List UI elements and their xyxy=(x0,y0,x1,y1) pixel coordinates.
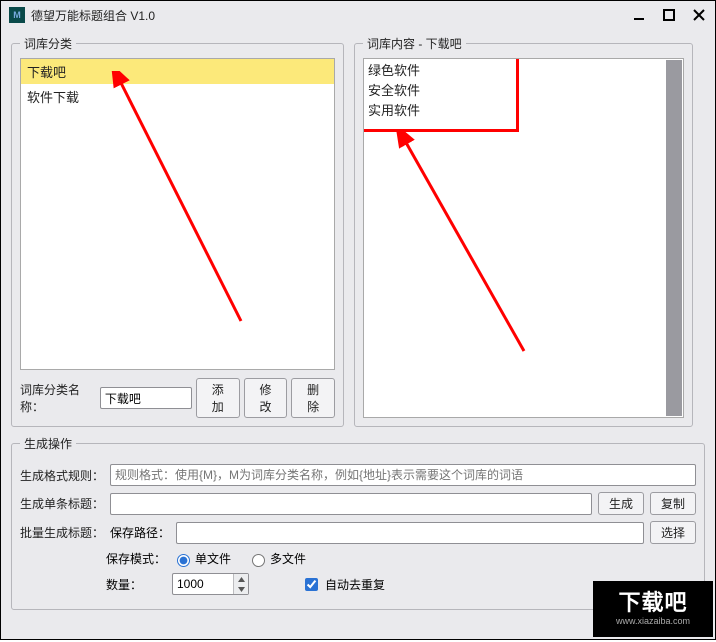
annotation-arrow-right xyxy=(394,131,534,361)
content-item[interactable]: 绿色软件 xyxy=(368,61,679,81)
close-icon xyxy=(693,9,705,21)
single-label: 生成单条标题： xyxy=(20,495,104,512)
content-panel: 词库内容 - 下载吧 绿色软件 安全软件 实用软件 xyxy=(354,35,693,427)
dedup-label: 自动去重复 xyxy=(325,576,385,593)
titlebar: M 德望万能标题组合 V1.0 xyxy=(1,1,715,29)
content-list-text: 绿色软件 安全软件 实用软件 xyxy=(364,59,683,123)
rule-row: 生成格式规则： xyxy=(20,464,696,486)
radio-single-label: 单文件 xyxy=(195,550,231,567)
category-panel: 词库分类 下载吧 软件下载 词库分类名称： 添加 修改 删除 xyxy=(11,35,344,427)
maximize-button[interactable] xyxy=(661,7,677,23)
copy-button[interactable]: 复制 xyxy=(650,492,696,515)
qty-label: 数量： xyxy=(106,576,166,593)
spinner-buttons xyxy=(233,574,248,594)
browse-button[interactable]: 选择 xyxy=(650,521,696,544)
top-panels: 词库分类 下载吧 软件下载 词库分类名称： 添加 修改 删除 xyxy=(11,35,705,427)
radio-multi-input[interactable] xyxy=(252,554,265,567)
window-title: 德望万能标题组合 V1.0 xyxy=(31,7,631,24)
content-listbox[interactable]: 绿色软件 安全软件 实用软件 xyxy=(363,58,684,418)
quantity-stepper[interactable] xyxy=(172,573,249,595)
app-icon: M xyxy=(9,7,25,23)
category-item[interactable]: 下载吧 xyxy=(21,59,334,84)
radio-multi-file[interactable]: 多文件 xyxy=(247,550,306,567)
edit-button[interactable]: 修改 xyxy=(244,378,288,418)
delete-button[interactable]: 删除 xyxy=(291,378,335,418)
annotation-arrow-left xyxy=(111,71,251,331)
category-controls: 词库分类名称： 添加 修改 删除 xyxy=(20,378,335,418)
content-area: 词库分类 下载吧 软件下载 词库分类名称： 添加 修改 删除 xyxy=(1,29,715,620)
batch-label: 批量生成标题： xyxy=(20,524,104,541)
single-title-input[interactable] xyxy=(110,493,592,515)
save-mode-label: 保存模式： xyxy=(106,550,166,567)
content-item[interactable]: 实用软件 xyxy=(368,101,679,121)
category-listbox[interactable]: 下载吧 软件下载 xyxy=(20,58,335,370)
generate-button[interactable]: 生成 xyxy=(598,492,644,515)
save-mode-row: 保存模式： 单文件 多文件 xyxy=(20,550,696,567)
category-name-input[interactable] xyxy=(100,387,192,409)
add-button[interactable]: 添加 xyxy=(196,378,240,418)
category-item[interactable]: 软件下载 xyxy=(21,84,334,109)
watermark: 下载吧 www.xiazaiba.com xyxy=(593,581,713,637)
content-legend: 词库内容 - 下载吧 xyxy=(363,35,466,52)
rule-input[interactable] xyxy=(110,464,696,486)
radio-single-input[interactable] xyxy=(177,554,190,567)
content-scrollbar[interactable] xyxy=(666,60,682,416)
single-row: 生成单条标题： 生成 复制 xyxy=(20,492,696,515)
window-controls xyxy=(631,7,707,23)
app-window: M 德望万能标题组合 V1.0 词库分类 下载吧 软件下载 xyxy=(0,0,716,640)
chevron-down-icon xyxy=(238,587,245,592)
category-name-label: 词库分类名称： xyxy=(20,381,96,415)
scrollbar-thumb[interactable] xyxy=(666,60,682,416)
watermark-url: www.xiazaiba.com xyxy=(616,616,690,626)
rule-label: 生成格式规则： xyxy=(20,467,104,484)
generate-legend: 生成操作 xyxy=(20,435,76,452)
maximize-icon xyxy=(663,9,675,21)
save-path-input[interactable] xyxy=(176,522,644,544)
radio-single-file[interactable]: 单文件 xyxy=(172,550,231,567)
save-path-label: 保存路径： xyxy=(110,524,170,541)
minimize-button[interactable] xyxy=(631,7,647,23)
radio-multi-label: 多文件 xyxy=(270,550,306,567)
batch-path-row: 批量生成标题： 保存路径： 选择 xyxy=(20,521,696,544)
dedup-checkbox[interactable] xyxy=(305,578,318,591)
spinner-down[interactable] xyxy=(234,584,248,594)
spinner-up[interactable] xyxy=(234,574,248,584)
content-item[interactable]: 安全软件 xyxy=(368,81,679,101)
dedup-checkbox-wrap[interactable]: 自动去重复 xyxy=(301,575,385,594)
quantity-input[interactable] xyxy=(173,575,233,593)
category-legend: 词库分类 xyxy=(20,35,76,52)
minimize-icon xyxy=(633,9,645,21)
watermark-text: 下载吧 xyxy=(618,592,687,614)
chevron-up-icon xyxy=(238,577,245,582)
close-button[interactable] xyxy=(691,7,707,23)
